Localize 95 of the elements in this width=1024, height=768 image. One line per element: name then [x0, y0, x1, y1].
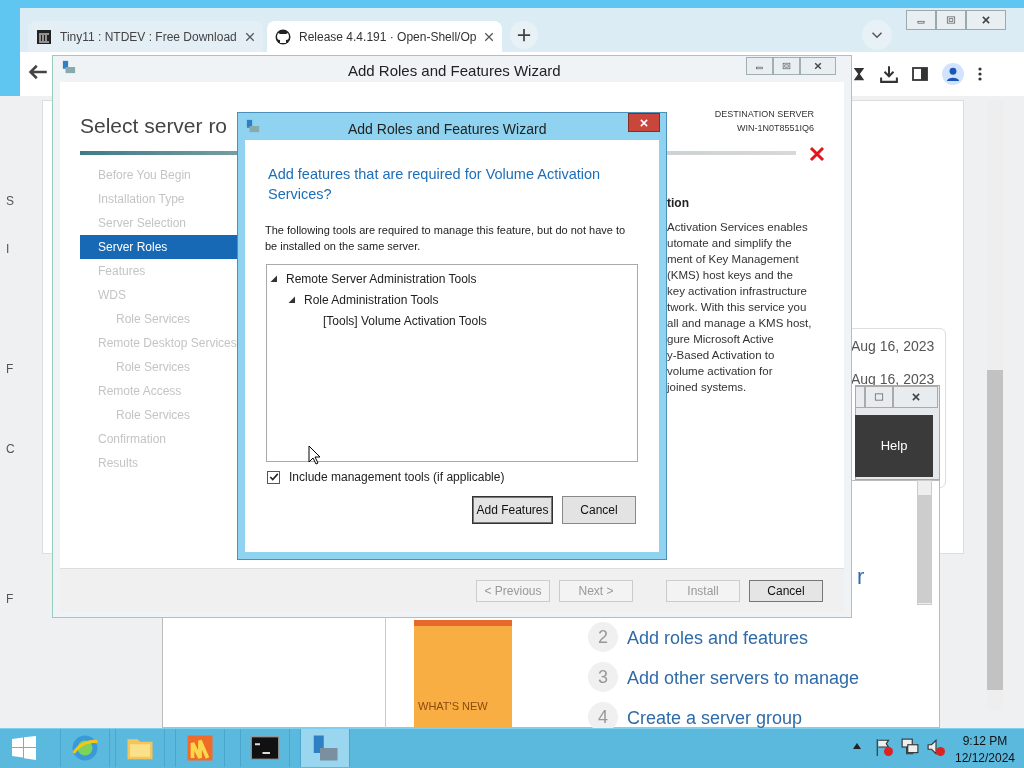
dialog-explanation: The following tools are required to manage this feature, but do not have to be installed on the same server.	[265, 223, 627, 254]
whats-new-tile[interactable]: WHAT'S NEW	[414, 620, 512, 728]
nav-item[interactable]: Results	[80, 451, 240, 475]
restore-icon	[782, 61, 791, 71]
tray-arrow-icon[interactable]	[853, 743, 861, 749]
speaker-muted-icon[interactable]	[927, 738, 945, 756]
close-icon	[909, 392, 922, 402]
clock-time[interactable]: 9:12 PM	[955, 732, 1015, 750]
nav-item[interactable]: Role Services	[80, 355, 240, 379]
description-text: twork. With this service you	[667, 300, 808, 315]
restore-button[interactable]	[936, 10, 966, 30]
nav-item[interactable]: Features	[80, 259, 240, 283]
restore-icon	[946, 15, 956, 25]
description-text: utomate and simplify the	[667, 236, 793, 251]
more-menu-icon[interactable]	[978, 66, 982, 82]
tab-title: Release 4.4.191 · Open-Shell/Op	[299, 28, 476, 46]
wizard-button[interactable]: Cancel	[749, 580, 823, 602]
nav-item[interactable]: WDS	[80, 283, 240, 307]
description-text: y-Based Activation to	[667, 348, 776, 363]
browser-tab[interactable]: Tiny11 : NTDEV : Free Download	[28, 21, 263, 52]
browser-icon	[70, 733, 100, 763]
page-text: F	[6, 361, 14, 378]
window-title: Add Roles and Features Wizard	[348, 61, 561, 81]
page-text: S	[6, 193, 14, 210]
dialog-question: Add features that are required for Volume Activation Services?	[268, 165, 602, 204]
browser-tab[interactable]: Release 4.4.191 · Open-Shell/Op	[267, 21, 502, 52]
scrollbar[interactable]	[917, 480, 932, 605]
nav-item[interactable]: Remote Desktop Services	[80, 331, 240, 355]
checkbox-label: Include management tools (if applicable)	[289, 469, 505, 486]
close-icon[interactable]	[245, 31, 255, 42]
taskbar-app[interactable]	[240, 729, 290, 767]
plus-icon	[517, 28, 531, 42]
nav-item[interactable]: Installation Type	[80, 187, 240, 211]
close-icon[interactable]	[484, 31, 494, 42]
description-text: joined systems.	[667, 380, 748, 395]
tree-item: Remote Server Administration Tools	[286, 271, 477, 288]
download-icon[interactable]	[880, 65, 898, 83]
description-text: gure Microsoft Active	[667, 332, 775, 347]
building-icon	[36, 28, 52, 45]
step-link[interactable]: Add roles and features	[627, 625, 809, 652]
expanded-triangle-icon[interactable]	[270, 275, 278, 283]
close-icon	[980, 15, 992, 25]
check-icon	[268, 472, 279, 482]
close-icon	[812, 61, 824, 71]
nav-item[interactable]: Role Services	[80, 403, 240, 427]
nav-item[interactable]: Role Services	[80, 307, 240, 331]
nav-item[interactable]: Server Selection	[80, 211, 240, 235]
description-text: all and manage a KMS host,	[667, 316, 813, 331]
back-arrow-icon[interactable]	[28, 62, 48, 82]
step-link[interactable]: Add other servers to manage	[627, 665, 860, 692]
destination-label: DESTINATION SERVER	[713, 108, 814, 121]
description-text: Activation Services enables	[667, 220, 809, 235]
page-text: I	[6, 241, 10, 258]
mouse-cursor-icon	[308, 445, 321, 465]
error-icon	[809, 146, 825, 162]
expanded-triangle-icon[interactable]	[288, 296, 296, 304]
close-button[interactable]	[800, 57, 836, 75]
dialog-button[interactable]: Cancel	[562, 496, 636, 524]
description-title: tion	[667, 195, 689, 212]
close-button[interactable]	[966, 10, 1006, 30]
profile-icon[interactable]	[942, 63, 964, 85]
nav-item[interactable]: Remote Access	[80, 379, 240, 403]
page-text: C	[6, 441, 15, 458]
windows-start-icon[interactable]	[10, 736, 38, 760]
help-button[interactable]: Help	[855, 415, 933, 477]
close-button[interactable]	[628, 113, 660, 132]
close-button[interactable]	[893, 386, 938, 408]
console-icon	[250, 733, 280, 763]
description-text: key activation infrastructure	[667, 284, 808, 299]
description-text: volume activation for	[667, 364, 774, 379]
server-icon	[246, 119, 260, 133]
destination-server: WIN-1N0T8551IQ6	[735, 122, 814, 135]
release-date: Aug 16, 2023	[851, 337, 935, 356]
dialog-button[interactable]: Add Features	[472, 496, 553, 524]
server-icon	[62, 60, 76, 74]
clock-date[interactable]: 12/12/2024	[950, 749, 1020, 767]
sidebar-icon[interactable]	[912, 66, 928, 82]
scrollbar[interactable]	[987, 100, 1003, 710]
page-heading: Select server ro	[80, 113, 228, 139]
nav-item[interactable]: Server Roles	[80, 235, 240, 259]
description-text: (KMS) host keys and the	[667, 268, 794, 283]
step-link[interactable]: Create a server group	[627, 705, 803, 732]
nav-item[interactable]: Confirmation	[80, 427, 240, 451]
page-text: F	[6, 591, 14, 608]
flag-warning-icon[interactable]	[875, 738, 893, 756]
tab-title: Tiny11 : NTDEV : Free Download	[60, 28, 237, 46]
dialog-title: Add Roles and Features Wizard	[348, 120, 547, 139]
tree-item: Role Administration Tools	[304, 292, 439, 309]
tree-item: [Tools] Volume Activation Tools	[323, 313, 487, 330]
restore-icon	[874, 392, 884, 402]
nav-item[interactable]: Before You Begin	[80, 163, 240, 187]
network-icon[interactable]	[901, 738, 919, 756]
heading-text: r	[857, 563, 865, 591]
close-icon	[638, 117, 650, 128]
description-text: ment of Key Management	[667, 252, 800, 267]
